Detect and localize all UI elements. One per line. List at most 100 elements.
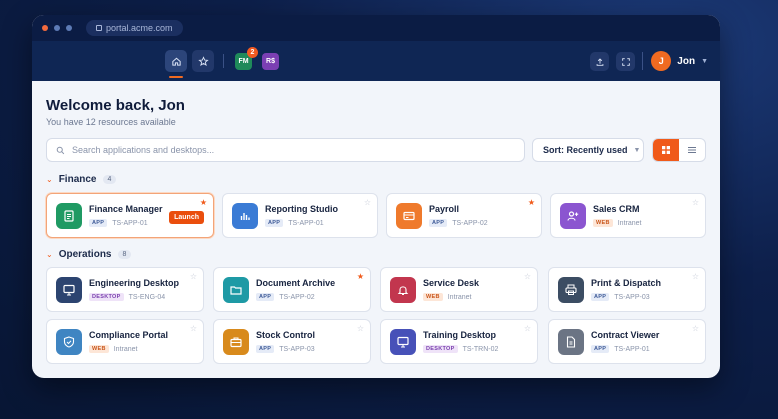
- upload-button[interactable]: [590, 52, 609, 71]
- chip-label: R$: [266, 58, 275, 65]
- favorite-star-icon[interactable]: ☆: [364, 198, 371, 207]
- home-button[interactable]: [165, 50, 187, 78]
- server-code: TS-APP-03: [279, 345, 315, 353]
- resource-name: Reporting Studio: [265, 204, 338, 214]
- url-text: portal.acme.com: [106, 23, 173, 33]
- resource-card[interactable]: Print & Dispatch APP TS-APP-03 ☆: [548, 267, 706, 312]
- resource-card[interactable]: Stock Control APP TS-APP-03 ☆: [213, 319, 371, 364]
- running-app-chip-fm[interactable]: FM 2: [235, 47, 258, 70]
- section-title: Finance: [58, 174, 97, 185]
- resource-meta: APP TS-APP-03: [256, 345, 315, 353]
- resource-card[interactable]: Document Archive APP TS-APP-02 ★: [213, 267, 371, 312]
- folder-icon: [223, 277, 249, 303]
- resource-card[interactable]: Engineering Desktop DESKTOP TS-ENG-04 ☆: [46, 267, 204, 312]
- monitor-icon: [56, 277, 82, 303]
- resource-name: Engineering Desktop: [89, 278, 180, 288]
- home-icon: [171, 57, 181, 66]
- briefcase-icon: [223, 329, 249, 355]
- chevron-down-icon: ⌄: [46, 250, 53, 259]
- bar-chart-icon: [232, 203, 258, 229]
- page-subtitle: You have 12 resources available: [46, 117, 176, 127]
- minimize-dot[interactable]: [54, 25, 60, 31]
- favorite-star-icon[interactable]: ★: [200, 198, 207, 207]
- file-icon: [558, 329, 584, 355]
- server-code: TS-APP-03: [614, 293, 650, 301]
- resource-meta: WEB Intranet: [423, 293, 471, 301]
- resource-meta: DESKTOP TS-ENG-04: [89, 293, 165, 301]
- grid-view-button[interactable]: [653, 139, 679, 161]
- resource-card[interactable]: Payroll APP TS-APP-02 ★: [386, 193, 542, 238]
- section-header-operations[interactable]: ⌄ Operations 8: [46, 249, 132, 260]
- notification-badge: 2: [247, 47, 258, 58]
- resource-meta: DESKTOP TS-TRN-02: [423, 345, 498, 353]
- bell-icon: [390, 277, 416, 303]
- server-code: TS-TRN-02: [462, 345, 499, 353]
- server-code: TS-APP-02: [452, 219, 488, 227]
- list-icon: [688, 147, 696, 153]
- fullscreen-button[interactable]: [616, 52, 635, 71]
- user-plus-icon: [560, 203, 586, 229]
- section-header-finance[interactable]: ⌄ Finance 4: [46, 174, 117, 185]
- view-toggle: [652, 138, 706, 162]
- resource-meta: WEB Intranet: [593, 219, 641, 227]
- user-name: Jon: [677, 55, 696, 67]
- lock-icon: [96, 25, 102, 31]
- resource-name: Payroll: [429, 204, 460, 214]
- server-code: Intranet: [617, 219, 642, 227]
- search-icon: [56, 146, 65, 154]
- resource-card[interactable]: Training Desktop DESKTOP TS-TRN-02 ☆: [380, 319, 538, 364]
- resource-name: Contract Viewer: [591, 330, 660, 340]
- resource-card[interactable]: Reporting Studio APP TS-APP-01 ☆: [222, 193, 378, 238]
- printer-icon: [558, 277, 584, 303]
- shield-icon: [56, 329, 82, 355]
- search-placeholder: Search applications and desktops...: [72, 145, 215, 155]
- resource-meta: APP TS-APP-02: [256, 293, 315, 301]
- address-bar[interactable]: portal.acme.com: [86, 20, 183, 36]
- favorite-star-icon[interactable]: ☆: [524, 272, 531, 281]
- favorites-button[interactable]: [192, 50, 214, 72]
- launch-button[interactable]: Launch: [169, 211, 204, 224]
- page-title: Welcome back, Jon: [46, 97, 185, 114]
- server-code: Intranet: [113, 345, 138, 353]
- browser-titlebar: portal.acme.com: [32, 15, 720, 41]
- user-menu[interactable]: J Jon ▼: [651, 51, 708, 71]
- favorite-star-icon[interactable]: ☆: [692, 324, 699, 333]
- search-input[interactable]: Search applications and desktops...: [46, 138, 525, 162]
- favorite-star-icon[interactable]: ☆: [357, 324, 364, 333]
- favorite-star-icon[interactable]: ☆: [190, 272, 197, 281]
- resource-card[interactable]: Service Desk WEB Intranet ☆: [380, 267, 538, 312]
- maximize-dot[interactable]: [66, 25, 72, 31]
- favorite-star-icon[interactable]: ☆: [524, 324, 531, 333]
- resource-card[interactable]: Sales CRM WEB Intranet ☆: [550, 193, 706, 238]
- favorite-star-icon[interactable]: ☆: [190, 324, 197, 333]
- type-badge: WEB: [593, 219, 613, 227]
- resource-name: Service Desk: [423, 278, 480, 288]
- resource-card[interactable]: Compliance Portal WEB Intranet ☆: [46, 319, 204, 364]
- sort-dropdown[interactable]: Sort: Recently used ▼: [532, 138, 644, 162]
- section-count: 4: [102, 175, 117, 184]
- resource-card[interactable]: Finance Manager APP TS-APP-01 ★ Launch: [46, 193, 214, 238]
- server-code: TS-APP-01: [614, 345, 650, 353]
- card-icon: [396, 203, 422, 229]
- resource-name: Compliance Portal: [89, 330, 169, 340]
- favorite-star-icon[interactable]: ☆: [692, 198, 699, 207]
- fullscreen-icon: [621, 57, 630, 66]
- app-toolbar: FM 2 R$ J Jon ▼: [32, 41, 720, 81]
- portal-window: portal.acme.com FM 2 R$ J Jon ▼ Welcome …: [32, 15, 720, 378]
- type-badge: APP: [591, 345, 610, 353]
- star-icon: [197, 55, 209, 66]
- favorite-star-icon[interactable]: ★: [528, 198, 535, 207]
- resource-meta: WEB Intranet: [89, 345, 137, 353]
- favorite-star-icon[interactable]: ☆: [692, 272, 699, 281]
- resource-name: Print & Dispatch: [591, 278, 662, 288]
- list-view-button[interactable]: [679, 139, 705, 161]
- type-badge: DESKTOP: [89, 293, 124, 301]
- resource-meta: APP TS-APP-01: [89, 219, 148, 227]
- resource-meta: APP TS-APP-01: [265, 219, 324, 227]
- favorite-star-icon[interactable]: ★: [357, 272, 364, 281]
- resource-card[interactable]: Contract Viewer APP TS-APP-01 ☆: [548, 319, 706, 364]
- server-code: TS-ENG-04: [128, 293, 166, 301]
- close-dot[interactable]: [42, 25, 48, 31]
- running-app-chip-r[interactable]: R$: [262, 53, 279, 70]
- section-title: Operations: [58, 249, 112, 260]
